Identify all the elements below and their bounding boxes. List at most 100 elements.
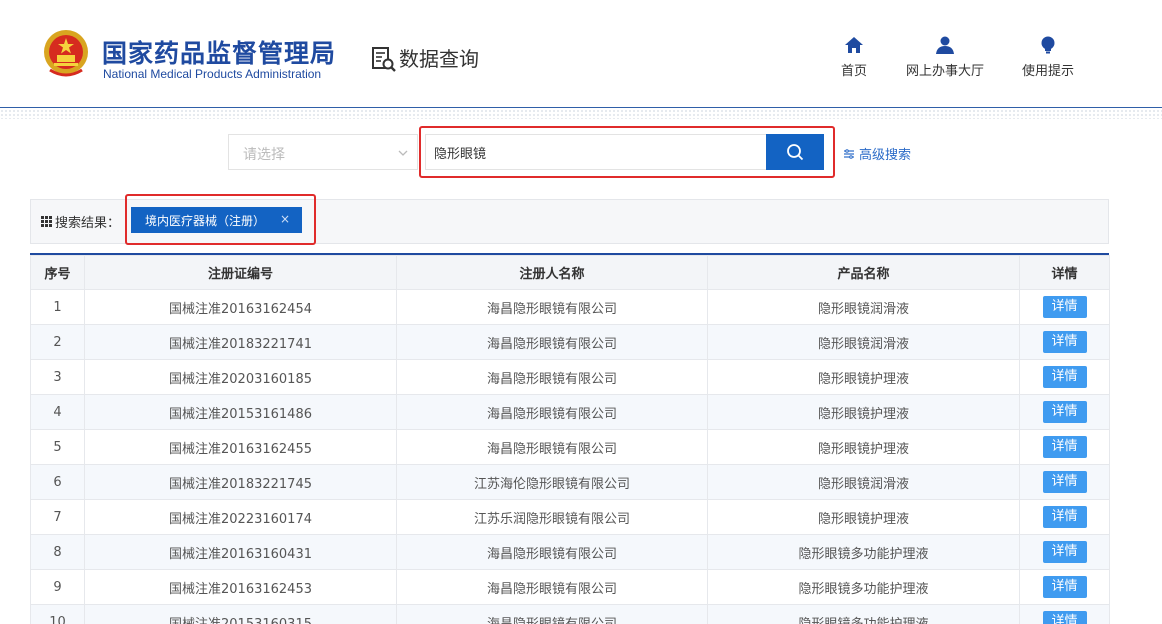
product-name-cell: 隐形眼镜多功能护理液 [707,534,1020,570]
detail-cell: 详情 [1019,499,1110,535]
home-icon [845,37,863,53]
detail-button[interactable]: 详情 [1042,296,1087,318]
column-header-no: 序号 [30,255,85,290]
row-number-cell: 5 [30,429,85,465]
advanced-search-link[interactable]: 高级搜索 [843,144,911,163]
category-select[interactable]: 请选择 [228,134,418,170]
search-button[interactable] [766,134,824,170]
detail-button[interactable]: 详情 [1042,331,1087,353]
detail-cell: 详情 [1019,324,1110,360]
detail-button[interactable]: 详情 [1042,401,1087,423]
filter-sliders-icon [844,148,854,159]
decorative-dot-band [0,109,1162,119]
nav-online-hall[interactable]: 网上办事大厅 [900,36,990,79]
cert-number-cell: 国械注准20203160185 [84,359,397,395]
detail-button[interactable]: 详情 [1042,471,1087,493]
row-number-cell: 7 [30,499,85,535]
row-number-cell: 8 [30,534,85,570]
table-row: 5 国械注准20163162455 海昌隐形眼镜有限公司 隐形眼镜护理液 详情 [30,429,1110,465]
product-name-cell: 隐形眼镜润滑液 [707,289,1020,325]
cert-number-cell: 国械注准20163162453 [84,569,397,605]
grid-icon [41,216,52,227]
product-name-cell: 隐形眼镜护理液 [707,394,1020,430]
site-header: 国家药品监督管理局 National Medical Products Admi… [0,0,1162,108]
registrant-cell: 海昌隐形眼镜有限公司 [396,604,708,624]
detail-cell: 详情 [1019,359,1110,395]
registrant-cell: 海昌隐形眼镜有限公司 [396,359,708,395]
nav-usage-tips-label: 使用提示 [1021,64,1074,79]
category-select-placeholder: 请选择 [243,147,285,163]
registrant-cell: 海昌隐形眼镜有限公司 [396,429,708,465]
row-number-cell: 1 [30,289,85,325]
cert-number-cell: 国械注准20163162455 [84,429,397,465]
registrant-cell: 海昌隐形眼镜有限公司 [396,534,708,570]
nav-online-hall-label: 网上办事大厅 [905,64,984,79]
detail-button[interactable]: 详情 [1042,366,1087,388]
cert-number-cell: 国械注准20153160315 [84,604,397,624]
product-name-cell: 隐形眼镜多功能护理液 [707,569,1020,605]
product-name-cell: 隐形眼镜润滑液 [707,464,1020,500]
detail-button[interactable]: 详情 [1042,541,1087,563]
table-row: 10 国械注准20153160315 海昌隐形眼镜有限公司 隐形眼镜多功能护理液 详情 [30,604,1110,624]
registrant-cell: 海昌隐形眼镜有限公司 [396,289,708,325]
product-name-cell: 隐形眼镜护理液 [707,429,1020,465]
detail-button[interactable]: 详情 [1042,506,1087,528]
nav-home[interactable]: 首页 [836,36,872,79]
detail-cell: 详情 [1019,569,1110,605]
cert-number-cell: 国械注准20223160174 [84,499,397,535]
cert-number-cell: 国械注准20163160431 [84,534,397,570]
product-name-cell: 隐形眼镜护理液 [707,359,1020,395]
national-emblem-icon [44,30,88,77]
column-header-registrant: 注册人名称 [396,255,708,290]
nav-usage-tips[interactable]: 使用提示 [1016,36,1080,79]
nav-home-label: 首页 [840,64,867,79]
column-header-product: 产品名称 [707,255,1020,290]
data-query-icon [372,47,396,72]
brand-name-cn: 国家药品监督管理局 [102,39,337,68]
product-name-cell: 隐形眼镜润滑液 [707,324,1020,360]
table-row: 6 国械注准20183221745 江苏海伦隐形眼镜有限公司 隐形眼镜润滑液 详情 [30,464,1110,500]
cert-number-cell: 国械注准20183221745 [84,464,397,500]
detail-button[interactable]: 详情 [1042,436,1087,458]
result-filter-tag[interactable]: 境内医疗器械（注册） × [131,207,302,233]
row-number-cell: 4 [30,394,85,430]
cert-number-cell: 国械注准20163162454 [84,289,397,325]
product-name-cell: 隐形眼镜多功能护理液 [707,604,1020,624]
table-row: 1 国械注准20163162454 海昌隐形眼镜有限公司 隐形眼镜润滑液 详情 [30,289,1110,325]
detail-cell: 详情 [1019,429,1110,465]
registrant-cell: 江苏乐润隐形眼镜有限公司 [396,499,708,535]
cert-number-cell: 国械注准20183221741 [84,324,397,360]
detail-cell: 详情 [1019,534,1110,570]
lightbulb-icon [1041,36,1055,54]
brand-name-en: National Medical Products Administration [103,67,322,81]
user-icon [936,36,954,54]
detail-button[interactable]: 详情 [1042,611,1087,624]
column-header-detail: 详情 [1019,255,1110,290]
detail-cell: 详情 [1019,394,1110,430]
table-row: 4 国械注准20153161486 海昌隐形眼镜有限公司 隐形眼镜护理液 详情 [30,394,1110,430]
registrant-cell: 江苏海伦隐形眼镜有限公司 [396,464,708,500]
row-number-cell: 9 [30,569,85,605]
registrant-cell: 海昌隐形眼镜有限公司 [396,324,708,360]
detail-button[interactable]: 详情 [1042,576,1087,598]
registrant-cell: 海昌隐形眼镜有限公司 [396,394,708,430]
data-query-title: 数据查询 [399,47,479,71]
result-filter-tag-label: 境内医疗器械（注册） [145,213,266,228]
table-header-row: 序号 注册证编号 注册人名称 产品名称 详情 [30,255,1110,290]
table-row: 8 国械注准20163160431 海昌隐形眼镜有限公司 隐形眼镜多功能护理液 详情 [30,534,1110,570]
search-input[interactable] [425,134,768,170]
table-row: 9 国械注准20163162453 海昌隐形眼镜有限公司 隐形眼镜多功能护理液 详情 [30,569,1110,605]
detail-cell: 详情 [1019,464,1110,500]
row-number-cell: 6 [30,464,85,500]
advanced-search-label: 高级搜索 [859,148,912,163]
results-label-text: 搜索结果： [55,216,121,231]
search-icon [787,144,804,161]
table-row: 3 国械注准20203160185 海昌隐形眼镜有限公司 隐形眼镜护理液 详情 [30,359,1110,395]
registrant-cell: 海昌隐形眼镜有限公司 [396,569,708,605]
close-icon[interactable]: × [280,212,290,226]
product-name-cell: 隐形眼镜护理液 [707,499,1020,535]
detail-cell: 详情 [1019,604,1110,624]
cert-number-cell: 国械注准20153161486 [84,394,397,430]
results-label: 搜索结果： [41,212,120,231]
table-row: 2 国械注准20183221741 海昌隐形眼镜有限公司 隐形眼镜润滑液 详情 [30,324,1110,360]
